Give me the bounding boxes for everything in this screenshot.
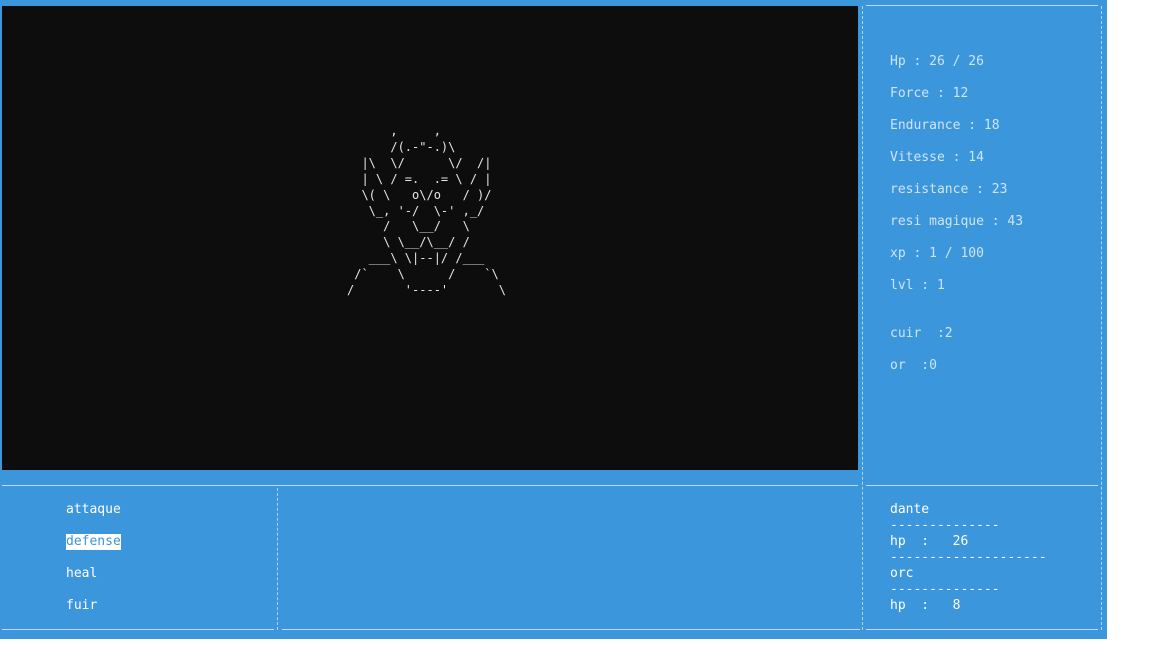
stats-panel-left-border (862, 6, 863, 630)
stats-panel-top-border (866, 5, 1098, 6)
inventory-cuir: cuir :2 (890, 326, 953, 341)
stat-force: Force : 12 (890, 86, 969, 101)
stat-hp: Hp : 26 / 26 (890, 54, 984, 69)
inventory-or: or :0 (890, 358, 937, 373)
menu-item-defense[interactable]: defense (66, 534, 121, 550)
menu-item-attaque[interactable]: attaque (66, 502, 121, 518)
player-hp: hp : 26 (890, 534, 969, 549)
combat-status-panel: dante -------------- hp : 26 -----------… (890, 502, 1047, 646)
combatants-separator: -------------------- (890, 550, 1047, 565)
player-separator: -------------- (890, 518, 1000, 533)
message-panel-bottom-border (282, 629, 860, 630)
stat-resistance: resistance : 23 (890, 182, 1008, 197)
menu-item-fuir[interactable]: fuir (66, 598, 97, 614)
enemy-separator: -------------- (890, 582, 1000, 597)
stat-endurance: Endurance : 18 (890, 118, 1000, 133)
stats-panel-right-border (1101, 6, 1102, 630)
game-console: , , /(.-"-.)\ |\ \/ \/ /| | \ / =. .= \ … (0, 0, 1107, 639)
action-menu: attaque defense heal fuir (66, 502, 121, 613)
battle-screen: , , /(.-"-.)\ |\ \/ \/ /| | \ / =. .= \ … (2, 6, 858, 470)
character-stats-panel: Hp : 26 / 26 Force : 12 Endurance : 18 V… (890, 54, 1023, 373)
enemy-name: orc (890, 566, 914, 581)
monster-ascii-art: , , /(.-"-.)\ |\ \/ \/ /| | \ / =. .= \ … (347, 124, 506, 298)
message-panel (282, 488, 860, 628)
stat-vitesse: Vitesse : 14 (890, 150, 984, 165)
stat-xp: xp : 1 / 100 (890, 246, 984, 261)
stat-lvl: lvl : 1 (890, 278, 945, 293)
enemy-hp: hp : 8 (890, 598, 961, 613)
menu-item-heal[interactable]: heal (66, 566, 97, 582)
bottom-area-top-border-left (2, 485, 858, 486)
menu-panel-bottom-border (2, 629, 274, 630)
player-name: dante (890, 502, 930, 517)
bottom-area-top-border-right (866, 485, 1098, 486)
menu-panel-right-border (277, 488, 278, 630)
stat-resi-magique: resi magique : 43 (890, 214, 1024, 229)
